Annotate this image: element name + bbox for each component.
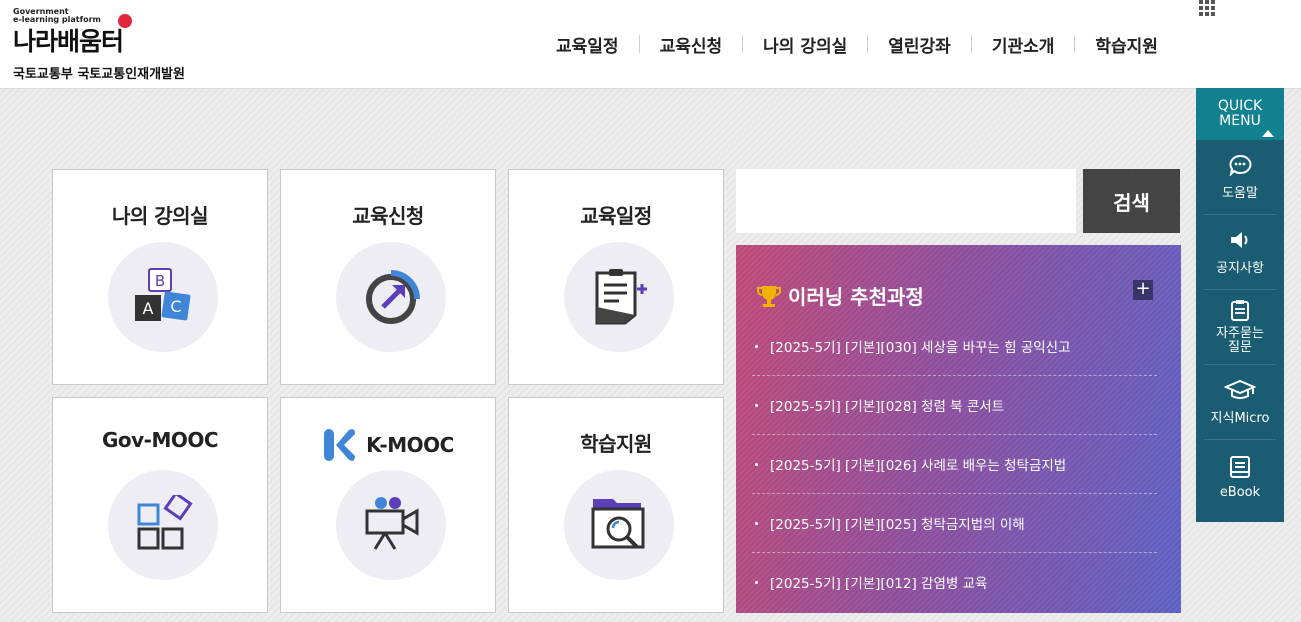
quick-item-knowledge-micro[interactable]: 지식Micro <box>1204 365 1276 440</box>
bullet-icon <box>755 403 758 407</box>
faq-doc-icon <box>1231 300 1249 321</box>
list-item[interactable]: [2025-5기] [기본][025] 청탁금지법의 이해 <box>752 494 1157 553</box>
card-title: 교육신청 <box>352 204 424 228</box>
nav-item-schedule[interactable]: 교육일정 <box>536 32 639 57</box>
schedule-doc-icon <box>595 269 647 325</box>
site-logo[interactable]: Government e-learning platform 나라배움터 국토교… <box>13 8 213 83</box>
nav-item-my-classroom[interactable]: 나의 강의실 <box>743 32 867 57</box>
site-header: Government e-learning platform 나라배움터 국토교… <box>0 0 1301 89</box>
organization-name: 국토교통부 국토교통인재개발원 <box>13 67 185 82</box>
shapes-icon <box>137 495 193 550</box>
progress-arrow-icon <box>366 270 420 324</box>
trophy-icon <box>757 285 781 307</box>
k-mooc-logo-icon <box>324 429 356 461</box>
quick-item-notice[interactable]: 공지사항 <box>1204 215 1276 290</box>
card-apply[interactable]: 교육신청 <box>280 169 496 385</box>
logo-dot-icon <box>118 14 132 28</box>
card-title: K-MOOC <box>366 433 454 457</box>
bullet-icon <box>755 344 758 348</box>
all-menu-grid-icon[interactable] <box>1199 0 1215 16</box>
card-title: Gov-MOOC <box>101 428 219 452</box>
search-input[interactable] <box>736 169 1076 233</box>
course-list: [2025-5기] [기본][030] 세상을 바꾸는 힘 공익신고 [2025… <box>752 317 1157 611</box>
svg-text:B: B <box>155 272 165 290</box>
nav-item-support[interactable]: 학습지원 <box>1075 32 1178 57</box>
svg-text:A: A <box>143 299 154 318</box>
quick-item-ebook[interactable]: eBook <box>1204 440 1276 514</box>
more-plus-button[interactable]: + <box>1133 280 1153 300</box>
bullet-icon <box>755 521 758 525</box>
card-schedule[interactable]: 교육일정 <box>508 169 724 385</box>
speaker-icon <box>1231 231 1248 248</box>
nav-item-apply[interactable]: 교육신청 <box>640 32 743 57</box>
search-box <box>736 169 1076 233</box>
list-item[interactable]: [2025-5기] [기본][030] 세상을 바꾸는 힘 공익신고 <box>752 317 1157 376</box>
list-item[interactable]: [2025-5기] [기본][026] 사례로 배우는 청탁금지법 <box>752 435 1157 494</box>
abc-blocks-icon: B A C <box>135 268 191 321</box>
main-nav: 교육일정 교육신청 나의 강의실 열린강좌 기관소개 학습지원 <box>536 30 1178 58</box>
card-title: 나의 강의실 <box>112 204 208 228</box>
quick-item-help[interactable]: 도움말 <box>1204 140 1276 215</box>
panel-title: 이러닝 추천과정 <box>788 285 924 309</box>
card-title: 교육일정 <box>580 204 652 228</box>
recommended-courses-panel: 이러닝 추천과정 + [2025-5기] [기본][030] 세상을 바꾸는 힘… <box>736 245 1181 613</box>
graduation-cap-icon <box>1224 379 1256 399</box>
list-item[interactable]: [2025-5기] [기본][012] 감염병 교육 <box>752 553 1157 611</box>
card-my-classroom[interactable]: 나의 강의실 B A C <box>52 169 268 385</box>
logo-wordmark: 나라배움터 <box>13 27 124 56</box>
search-button[interactable]: 검색 <box>1083 169 1180 233</box>
bullet-icon <box>755 462 758 466</box>
card-k-mooc[interactable]: K-MOOC <box>280 397 496 613</box>
quick-item-faq[interactable]: 자주묻는 질문 <box>1204 290 1276 365</box>
card-learning-support[interactable]: 학습지원 <box>508 397 724 613</box>
svg-text:C: C <box>170 297 181 316</box>
card-title: 학습지원 <box>580 432 652 456</box>
card-gov-mooc[interactable]: Gov-MOOC <box>52 397 268 613</box>
collapse-triangle-icon <box>1262 130 1274 137</box>
quick-menu: QUICK MENU 도움말 공지사항 자주묻는 질문 지식Micro eBoo… <box>1196 88 1284 522</box>
ebook-icon <box>1230 455 1250 478</box>
nav-item-about[interactable]: 기관소개 <box>972 32 1075 57</box>
folder-search-icon <box>591 499 645 549</box>
list-item[interactable]: [2025-5기] [기본][028] 청렴 북 콘서트 <box>752 376 1157 435</box>
video-camera-icon <box>365 497 419 550</box>
quick-menu-header[interactable]: QUICK MENU <box>1196 88 1284 140</box>
nav-item-open-course[interactable]: 열린강좌 <box>868 32 971 57</box>
chat-icon <box>1229 154 1252 176</box>
bullet-icon <box>755 580 758 584</box>
